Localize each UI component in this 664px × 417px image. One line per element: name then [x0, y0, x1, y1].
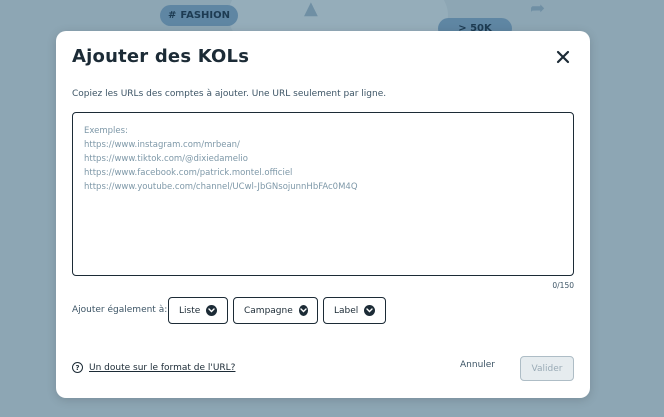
chevron-down-icon: [364, 305, 376, 316]
campagne-dropdown-label: Campagne: [244, 305, 293, 316]
url-format-help-link[interactable]: Un doute sur le format de l'URL?: [89, 363, 235, 373]
help-row: ? Un doute sur le format de l'URL?: [72, 362, 235, 373]
modal-title: Ajouter des KOLs: [72, 46, 250, 67]
background-tag-label: FASHION: [180, 10, 230, 21]
also-add-label: Ajouter également à:: [72, 305, 168, 315]
add-kols-modal: Ajouter des KOLs Copiez les URLs des com…: [56, 31, 590, 398]
label-dropdown-label: Label: [334, 305, 359, 316]
background-tag-chip: # FASHION: [160, 5, 238, 26]
campagne-dropdown[interactable]: Campagne: [233, 297, 318, 324]
chevron-down-icon: [298, 305, 308, 316]
share-icon: ➦: [530, 0, 546, 19]
thumbs-up-icon: ▲: [304, 0, 318, 19]
close-icon: [556, 50, 570, 64]
cancel-button[interactable]: Annuler: [460, 360, 495, 370]
urls-textarea[interactable]: [72, 112, 574, 276]
validate-button[interactable]: Valider: [520, 356, 574, 381]
liste-dropdown-label: Liste: [179, 305, 201, 316]
instructions-text: Copiez les URLs des comptes à ajouter. U…: [72, 89, 387, 99]
character-counter: 0/150: [552, 281, 574, 290]
hashtag-icon: #: [168, 10, 177, 21]
label-dropdown[interactable]: Label: [323, 297, 386, 324]
liste-dropdown[interactable]: Liste: [168, 297, 228, 324]
help-circle-icon: ?: [72, 362, 83, 373]
close-button[interactable]: [555, 49, 571, 65]
chevron-down-icon: [206, 305, 218, 316]
